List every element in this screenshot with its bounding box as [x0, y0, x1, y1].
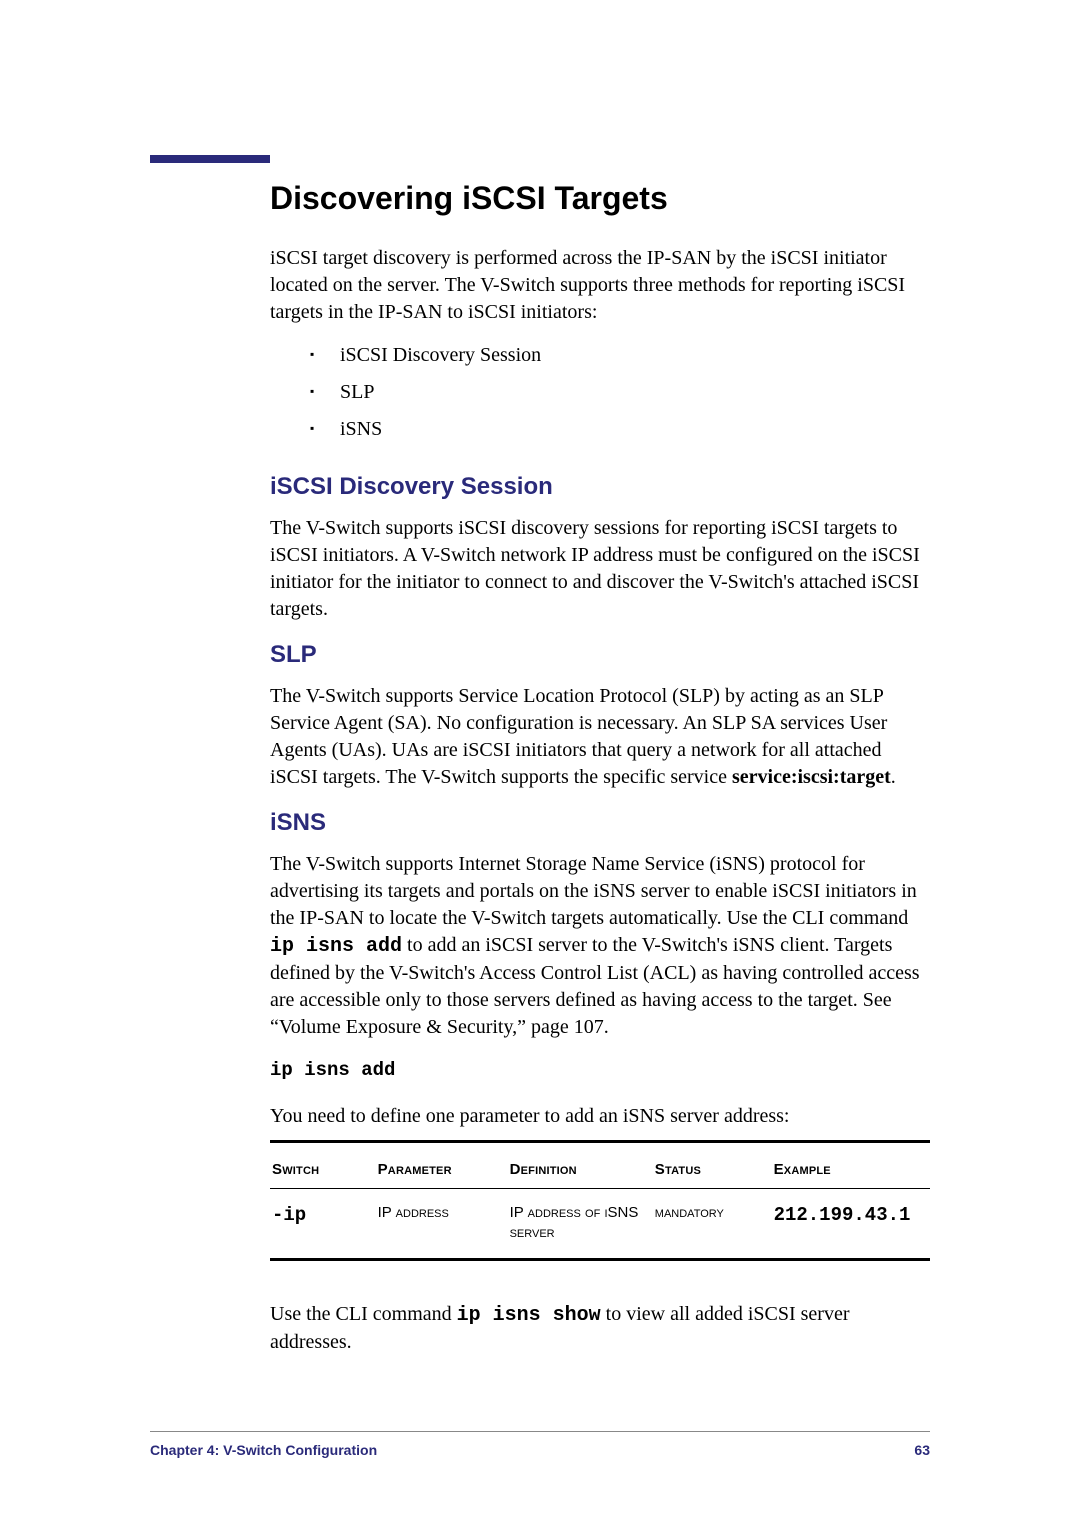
slp-body: The V-Switch supports Service Location P…: [270, 683, 930, 791]
bullet-icon: ▪: [310, 416, 324, 443]
cell-parameter: IP address: [376, 1189, 508, 1258]
parameter-table: Switch Parameter Definition Status Examp…: [270, 1151, 930, 1258]
list-item-label: iSCSI Discovery Session: [340, 342, 541, 369]
page-container: Discovering iSCSI Targets iSCSI target d…: [0, 0, 1080, 1528]
table-bottom-rule: [270, 1258, 930, 1261]
cell-switch: -ip: [270, 1189, 376, 1258]
bullet-icon: ▪: [310, 379, 324, 406]
param-intro: You need to define one parameter to add …: [270, 1103, 930, 1130]
list-item-label: iSNS: [340, 416, 382, 443]
list-item-label: SLP: [340, 379, 374, 406]
list-item: ▪ iSCSI Discovery Session: [310, 342, 930, 369]
command-title: ip isns add: [270, 1059, 930, 1081]
col-status: Status: [653, 1151, 772, 1189]
isns-outro-pre: Use the CLI command: [270, 1303, 457, 1325]
list-item: ▪ iSNS: [310, 416, 930, 443]
section-heading-slp: SLP: [270, 641, 930, 669]
section-heading-isns: iSNS: [270, 809, 930, 837]
slp-body-bold: service:iscsi:target: [732, 766, 891, 788]
table-header-row: Switch Parameter Definition Status Examp…: [270, 1151, 930, 1189]
bullet-icon: ▪: [310, 342, 324, 369]
section-heading-discovery: iSCSI Discovery Session: [270, 473, 930, 501]
discovery-body: The V-Switch supports iSCSI discovery se…: [270, 515, 930, 623]
col-parameter: Parameter: [376, 1151, 508, 1189]
slp-body-post: .: [891, 766, 896, 788]
list-item: ▪ SLP: [310, 379, 930, 406]
col-example: Example: [772, 1151, 930, 1189]
isns-body: The V-Switch supports Internet Storage N…: [270, 851, 930, 1041]
isns-outro: Use the CLI command ip isns show to view…: [270, 1301, 930, 1356]
content-column: Discovering iSCSI Targets iSCSI target d…: [270, 180, 930, 1356]
cell-status: mandatory: [653, 1189, 772, 1258]
footer-page-number: 63: [914, 1442, 930, 1458]
cell-definition: IP address of iSNS server: [508, 1189, 653, 1258]
cell-example: 212.199.43.1: [772, 1189, 930, 1258]
isns-body-pre: The V-Switch supports Internet Storage N…: [270, 853, 917, 929]
page-title: Discovering iSCSI Targets: [270, 180, 930, 217]
col-definition: Definition: [508, 1151, 653, 1189]
isns-outro-code: ip isns show: [457, 1304, 601, 1327]
table-top-rule: [270, 1140, 930, 1143]
isns-body-code: ip isns add: [270, 935, 402, 958]
methods-list: ▪ iSCSI Discovery Session ▪ SLP ▪ iSNS: [310, 342, 930, 443]
table-row: -ip IP address IP address of iSNS server…: [270, 1189, 930, 1258]
intro-paragraph: iSCSI target discovery is performed acro…: [270, 245, 930, 326]
col-switch: Switch: [270, 1151, 376, 1189]
footer-chapter: Chapter 4: V-Switch Configuration: [150, 1442, 377, 1458]
page-footer: Chapter 4: V-Switch Configuration 63: [150, 1431, 930, 1458]
